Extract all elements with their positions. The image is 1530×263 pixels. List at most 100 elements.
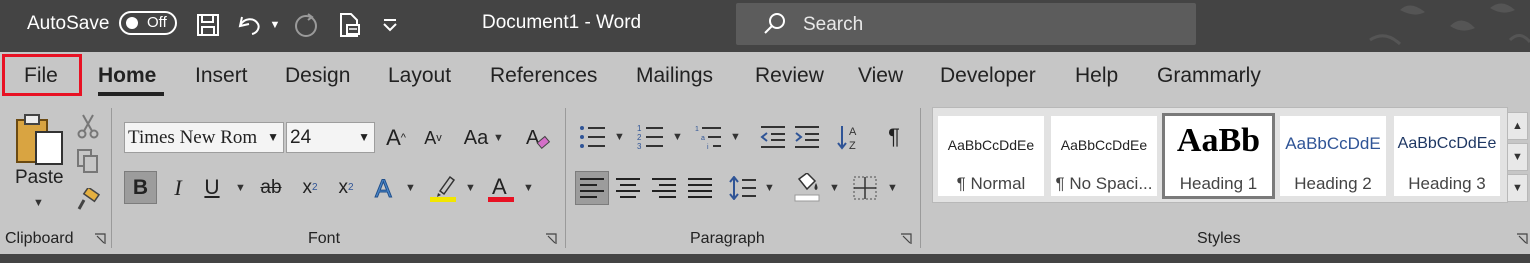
svg-text:A: A [849,126,857,138]
justify-icon[interactable] [684,171,716,205]
undo-dropdown-icon[interactable]: ▼ [266,11,284,39]
svg-text:A: A [492,174,507,199]
style-no-spacing-name: ¶ No Spaci... [1055,174,1153,193]
text-effects-icon[interactable]: A [372,171,400,204]
change-case-dropdown-icon[interactable]: ▼ [493,132,504,144]
save-icon[interactable] [194,11,222,39]
gallery-more-icon[interactable]: ▼ [1507,174,1528,202]
tab-grammarly[interactable]: Grammarly [1157,64,1261,88]
numbering-dropdown-icon[interactable]: ▼ [672,131,683,143]
multilevel-dropdown-icon[interactable]: ▼ [730,131,741,143]
active-tab-indicator [98,92,164,96]
svg-text:2: 2 [637,133,642,142]
font-separator [565,108,566,248]
font-name-combo[interactable]: Times New Rom ▼ [124,122,284,153]
svg-text:A: A [526,127,540,149]
tab-mailings[interactable]: Mailings [636,64,713,88]
font-color-dropdown-icon[interactable]: ▼ [523,182,534,194]
tab-insert[interactable]: Insert [195,64,248,88]
numbering-icon[interactable]: 123 [636,122,666,152]
show-formatting-marks-icon[interactable]: ¶ [880,122,908,152]
tab-references[interactable]: References [490,64,597,88]
bullets-icon[interactable] [578,122,608,152]
font-size-combo[interactable]: 24 ▼ [286,122,375,153]
svg-text:3: 3 [637,142,642,150]
align-right-icon[interactable] [648,171,680,205]
multilevel-list-icon[interactable]: 1ai [694,122,724,152]
svg-text:1: 1 [695,126,699,133]
line-spacing-icon[interactable] [728,171,758,205]
underline-dropdown-icon[interactable]: ▼ [235,182,246,194]
line-spacing-dropdown-icon[interactable]: ▼ [764,182,775,194]
bold-icon[interactable]: B [124,171,157,204]
sort-icon[interactable]: AZ [836,122,866,152]
shading-icon[interactable] [792,171,822,205]
tab-view[interactable]: View [858,64,903,88]
gallery-scroll-down-icon[interactable]: ▼ [1507,143,1528,171]
shrink-font-icon[interactable]: Av [419,124,447,152]
style-heading-2[interactable]: AaBbCcDdE Heading 2 [1280,116,1386,196]
gallery-scroll-up-icon[interactable]: ▲ [1507,112,1528,140]
subscript-icon[interactable]: x2 [297,171,323,204]
paste-icon[interactable] [14,112,66,168]
paragraph-group-label: Paragraph [690,230,765,247]
style-no-spacing[interactable]: AaBbCcDdEe ¶ No Spaci... [1051,116,1157,196]
redo-icon[interactable] [292,11,320,39]
format-painter-icon[interactable] [76,188,100,212]
borders-icon[interactable] [850,171,880,205]
tab-review[interactable]: Review [755,64,824,88]
increase-indent-icon[interactable] [792,122,822,152]
font-size-dropdown-icon[interactable]: ▼ [358,123,370,152]
svg-text:A: A [375,175,392,202]
paragraph-separator [920,108,921,248]
change-case-label: Aa [463,126,489,149]
font-launcher-icon[interactable] [545,233,557,245]
borders-dropdown-icon[interactable]: ▼ [887,182,898,194]
style-normal-preview: AaBbCcDdEe [947,137,1035,153]
font-name-dropdown-icon[interactable]: ▼ [267,123,279,152]
undo-icon[interactable] [235,11,263,39]
style-heading-1[interactable]: AaBb Heading 1 [1162,113,1275,199]
underline-icon[interactable]: U [199,171,225,204]
paragraph-launcher-icon[interactable] [900,233,912,245]
italic-icon[interactable]: I [165,171,191,204]
tab-layout[interactable]: Layout [388,64,451,88]
autosave-toggle[interactable]: Off [119,11,177,35]
search-icon [762,11,788,37]
strikethrough-icon[interactable]: ab [256,171,286,204]
clipboard-launcher-icon[interactable] [94,233,106,245]
style-no-spacing-preview: AaBbCcDdEe [1060,137,1148,153]
print-preview-icon[interactable] [336,11,364,39]
ruler-strip [0,254,1530,263]
align-center-icon[interactable] [612,171,644,205]
copy-icon[interactable] [76,148,100,174]
search-placeholder: Search [803,14,864,35]
highlight-dropdown-icon[interactable]: ▼ [465,182,476,194]
tab-help[interactable]: Help [1075,64,1118,88]
grow-font-icon[interactable]: A ^ [382,124,410,152]
bullets-dropdown-icon[interactable]: ▼ [614,131,625,143]
styles-launcher-icon[interactable] [1516,233,1528,245]
cut-icon[interactable] [76,113,100,139]
decrease-indent-icon[interactable] [758,122,788,152]
shading-dropdown-icon[interactable]: ▼ [829,182,840,194]
change-case-icon[interactable]: Aa [460,124,492,152]
svg-text:1: 1 [637,124,642,133]
search-box[interactable]: Search [736,3,1196,45]
superscript-icon[interactable]: x2 [333,171,359,204]
align-left-icon[interactable] [575,171,609,205]
paste-label[interactable]: Paste [15,167,64,189]
tab-developer[interactable]: Developer [940,64,1036,88]
svg-text:i: i [707,144,709,150]
text-effects-dropdown-icon[interactable]: ▼ [405,182,416,194]
tab-design[interactable]: Design [285,64,350,88]
highlight-icon[interactable] [428,171,458,204]
style-normal[interactable]: AaBbCcDdEe ¶ Normal [938,116,1044,196]
customize-toolbar-icon[interactable] [376,11,404,39]
file-tab-highlight [2,54,82,96]
tab-home[interactable]: Home [98,64,156,88]
paste-dropdown-icon[interactable]: ▼ [33,197,44,209]
font-color-icon[interactable]: A [486,171,516,204]
style-heading-3[interactable]: AaBbCcDdEe Heading 3 [1394,116,1500,196]
clear-formatting-icon[interactable]: A [524,124,552,152]
